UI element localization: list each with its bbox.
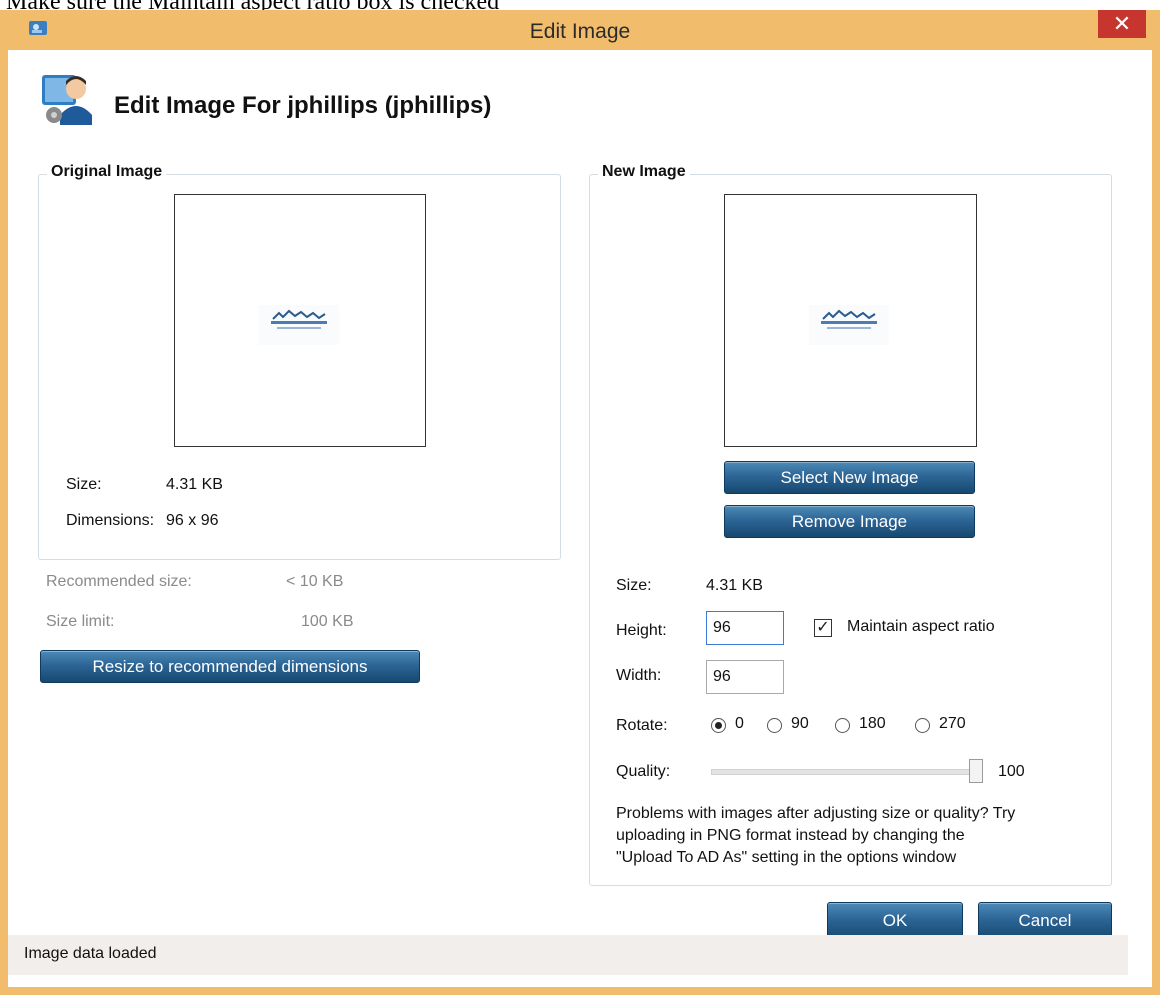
rotate-270-label[interactable]: 270 bbox=[939, 715, 966, 733]
close-icon: ✕ bbox=[1112, 11, 1132, 36]
user-image-icon bbox=[42, 75, 92, 125]
hint-line-3: "Upload To AD As" setting in the options… bbox=[616, 849, 957, 866]
original-dimensions-value: 96 x 96 bbox=[166, 512, 219, 529]
dialog-body: Edit Image For jphillips (jphillips) Ori… bbox=[8, 50, 1152, 987]
rotate-90-radio[interactable] bbox=[767, 718, 782, 733]
rotate-0-label[interactable]: 0 bbox=[735, 715, 744, 733]
size-limit-value: 100 KB bbox=[301, 613, 354, 630]
school-logo-thumbnail bbox=[809, 305, 889, 345]
height-input[interactable] bbox=[706, 611, 784, 645]
original-size-value: 4.31 KB bbox=[166, 476, 223, 493]
edit-image-window: Edit Image ✕ Edit Image For jphillips (j… bbox=[0, 10, 1160, 995]
original-image-preview bbox=[174, 194, 426, 447]
height-label: Height: bbox=[616, 622, 667, 639]
hint-line-1: Problems with images after adjusting siz… bbox=[616, 805, 1016, 822]
new-image-preview bbox=[724, 194, 977, 447]
width-input[interactable] bbox=[706, 660, 784, 694]
rotate-0-radio[interactable] bbox=[711, 718, 726, 733]
new-size-label: Size: bbox=[616, 577, 652, 594]
checkmark-icon: ✓ bbox=[816, 619, 830, 636]
size-limit-label: Size limit: bbox=[46, 613, 115, 630]
quality-label: Quality: bbox=[616, 763, 671, 780]
new-image-group: New Image Select New Image Remove Image … bbox=[589, 163, 1112, 886]
resize-recommended-button[interactable]: Resize to recommended dimensions bbox=[40, 650, 420, 683]
rotate-180-radio[interactable] bbox=[835, 718, 850, 733]
new-size-value: 4.31 KB bbox=[706, 577, 763, 594]
original-size-label: Size: bbox=[66, 476, 102, 493]
dialog-heading: Edit Image For jphillips (jphillips) bbox=[114, 92, 492, 119]
hint-line-2: uploading in PNG format instead by chang… bbox=[616, 827, 965, 844]
maintain-aspect-ratio-label[interactable]: Maintain aspect ratio bbox=[847, 618, 995, 636]
status-text: Image data loaded bbox=[24, 945, 157, 962]
school-logo-thumbnail bbox=[259, 305, 339, 345]
remove-image-button[interactable]: Remove Image bbox=[724, 505, 975, 538]
window-title: Edit Image bbox=[529, 20, 631, 43]
title-bar[interactable]: Edit Image ✕ bbox=[0, 10, 1160, 50]
maintain-aspect-ratio-checkbox[interactable]: ✓ bbox=[814, 619, 832, 637]
original-image-group: Original Image Size: 4.31 KB Dimensions:… bbox=[38, 163, 561, 560]
original-dimensions-label: Dimensions: bbox=[66, 512, 155, 529]
rotate-90-label[interactable]: 90 bbox=[791, 715, 809, 733]
rotate-180-label[interactable]: 180 bbox=[859, 715, 886, 733]
close-button[interactable]: ✕ bbox=[1098, 10, 1146, 38]
recommended-size-label: Recommended size: bbox=[46, 573, 192, 590]
select-new-image-button[interactable]: Select New Image bbox=[724, 461, 975, 494]
new-image-legend: New Image bbox=[598, 163, 690, 181]
quality-value: 100 bbox=[998, 763, 1025, 780]
original-image-legend: Original Image bbox=[47, 163, 167, 181]
quality-slider-track[interactable] bbox=[711, 769, 983, 775]
recommended-size-value: < 10 KB bbox=[286, 573, 344, 590]
status-bar: Image data loaded bbox=[8, 935, 1128, 975]
rotate-label: Rotate: bbox=[616, 717, 668, 734]
quality-slider-thumb[interactable] bbox=[969, 759, 983, 783]
rotate-270-radio[interactable] bbox=[915, 718, 930, 733]
png-format-hint: Problems with images after adjusting siz… bbox=[616, 803, 1096, 869]
width-label: Width: bbox=[616, 667, 662, 684]
